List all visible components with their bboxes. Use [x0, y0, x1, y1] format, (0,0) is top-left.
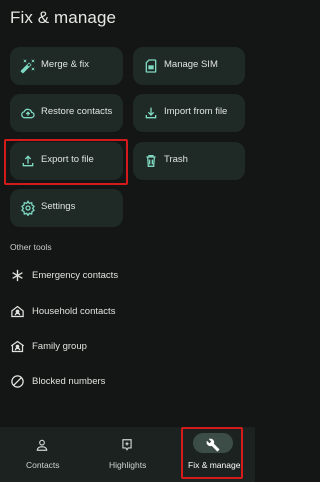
family-icon	[10, 339, 25, 354]
section-heading: Other tools	[10, 242, 52, 252]
restore-contacts-button[interactable]: Restore contacts	[10, 94, 123, 132]
card-label: Merge & fix	[41, 59, 90, 70]
export-to-file-button[interactable]: Export to file	[10, 142, 123, 180]
cloud-restore-icon	[20, 105, 36, 121]
page-title: Fix & manage	[10, 8, 117, 27]
block-icon	[10, 374, 25, 389]
list-item-label: Blocked numbers	[32, 376, 106, 387]
download-icon	[143, 105, 159, 121]
merge-fix-button[interactable]: Merge & fix	[10, 47, 123, 85]
card-label: Manage SIM	[164, 59, 218, 70]
magic-wand-icon	[20, 58, 36, 74]
manage-sim-button[interactable]: Manage SIM	[133, 47, 245, 85]
nav-highlights[interactable]: Highlights	[96, 427, 160, 482]
highlights-icon	[120, 438, 134, 452]
nav-label: Fix & manage	[188, 460, 241, 470]
card-label: Trash	[164, 154, 188, 165]
nav-label: Contacts	[26, 460, 60, 470]
person-icon	[35, 438, 49, 452]
home-person-icon	[10, 304, 25, 319]
settings-button[interactable]: Settings	[10, 189, 123, 227]
bottom-navigation: Contacts Highlights Fix & manage	[0, 427, 255, 482]
trash-button[interactable]: Trash	[133, 142, 245, 180]
asterisk-icon	[10, 268, 25, 283]
list-item-label: Household contacts	[32, 306, 116, 317]
gear-icon	[20, 200, 36, 216]
household-contacts-item[interactable]: Household contacts	[0, 297, 255, 327]
list-item-label: Family group	[32, 341, 87, 352]
card-label: Import from file	[164, 106, 228, 117]
list-item-label: Emergency contacts	[32, 270, 119, 281]
emergency-contacts-item[interactable]: Emergency contacts	[0, 261, 255, 291]
nav-fix-manage[interactable]: Fix & manage	[182, 427, 244, 482]
sim-card-icon	[143, 58, 159, 74]
blocked-numbers-item[interactable]: Blocked numbers	[0, 367, 255, 397]
card-label: Restore contacts	[41, 106, 113, 117]
wrench-icon	[206, 438, 220, 452]
nav-contacts[interactable]: Contacts	[10, 427, 74, 482]
import-from-file-button[interactable]: Import from file	[133, 94, 245, 132]
card-label: Settings	[41, 201, 76, 212]
trash-icon	[143, 153, 159, 169]
nav-label: Highlights	[109, 460, 147, 470]
upload-icon	[20, 153, 36, 169]
family-group-item[interactable]: Family group	[0, 332, 255, 362]
card-label: Export to file	[41, 154, 94, 165]
